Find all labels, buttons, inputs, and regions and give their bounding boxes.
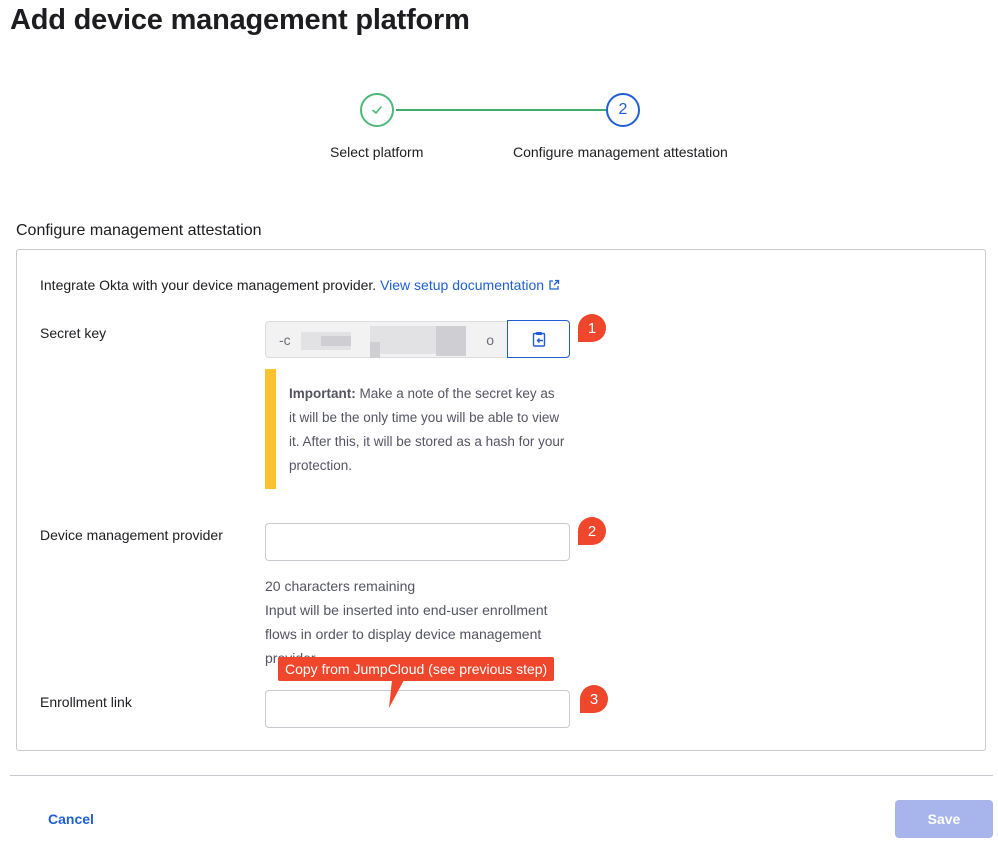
annotation-badge-1: 1	[578, 314, 606, 342]
step-1-indicator	[360, 93, 394, 127]
redaction-block	[370, 342, 380, 358]
save-button[interactable]: Save	[895, 800, 993, 838]
annotation-badge-2: 2	[578, 517, 606, 545]
stepper: 2 Select platform Configure management a…	[0, 0, 998, 180]
enrollment-link-label: Enrollment link	[40, 694, 132, 710]
annotation-badge-3: 3	[580, 685, 608, 713]
enrollment-link-input[interactable]	[265, 690, 570, 728]
important-callout: Important: Make a note of the secret key…	[265, 369, 565, 489]
annotation-tooltip: Copy from JumpCloud (see previous step)	[278, 657, 555, 681]
device-management-provider-input[interactable]	[265, 523, 570, 561]
tooltip-pointer	[389, 680, 404, 708]
section-title: Configure management attestation	[16, 222, 262, 239]
redaction-block	[321, 336, 351, 346]
view-setup-documentation-link[interactable]: View setup documentation	[380, 277, 560, 293]
page: Add device management platform 2 Select …	[0, 0, 998, 847]
footer-divider	[10, 775, 993, 776]
intro-description: Integrate Okta with your device manageme…	[40, 277, 377, 293]
step-2-indicator: 2	[606, 93, 640, 127]
device-management-provider-label: Device management provider	[40, 527, 223, 543]
provider-helper: 20 characters remaining Input will be in…	[265, 574, 565, 670]
step-1-label: Select platform	[330, 144, 424, 160]
doc-link-label: View setup documentation	[380, 277, 545, 293]
secret-key-label: Secret key	[40, 325, 107, 341]
callout-bold: Important:	[289, 386, 356, 401]
step-2-label: Configure management attestation	[513, 144, 728, 160]
chars-remaining: 20 characters remaining	[265, 578, 416, 594]
copy-secret-key-button[interactable]	[507, 320, 570, 358]
secret-key-value-end: o	[486, 332, 494, 348]
clipboard-copy-icon	[532, 332, 545, 347]
redaction-block	[436, 326, 466, 356]
intro-text: Integrate Okta with your device manageme…	[40, 277, 560, 294]
external-link-icon	[548, 278, 560, 294]
check-icon	[372, 106, 382, 114]
cancel-button[interactable]: Cancel	[48, 811, 94, 827]
step-connector	[396, 109, 606, 111]
step-2-number: 2	[618, 101, 628, 118]
secret-key-value-start: -c	[279, 332, 291, 348]
secret-key-field[interactable]: -c o	[265, 321, 507, 358]
